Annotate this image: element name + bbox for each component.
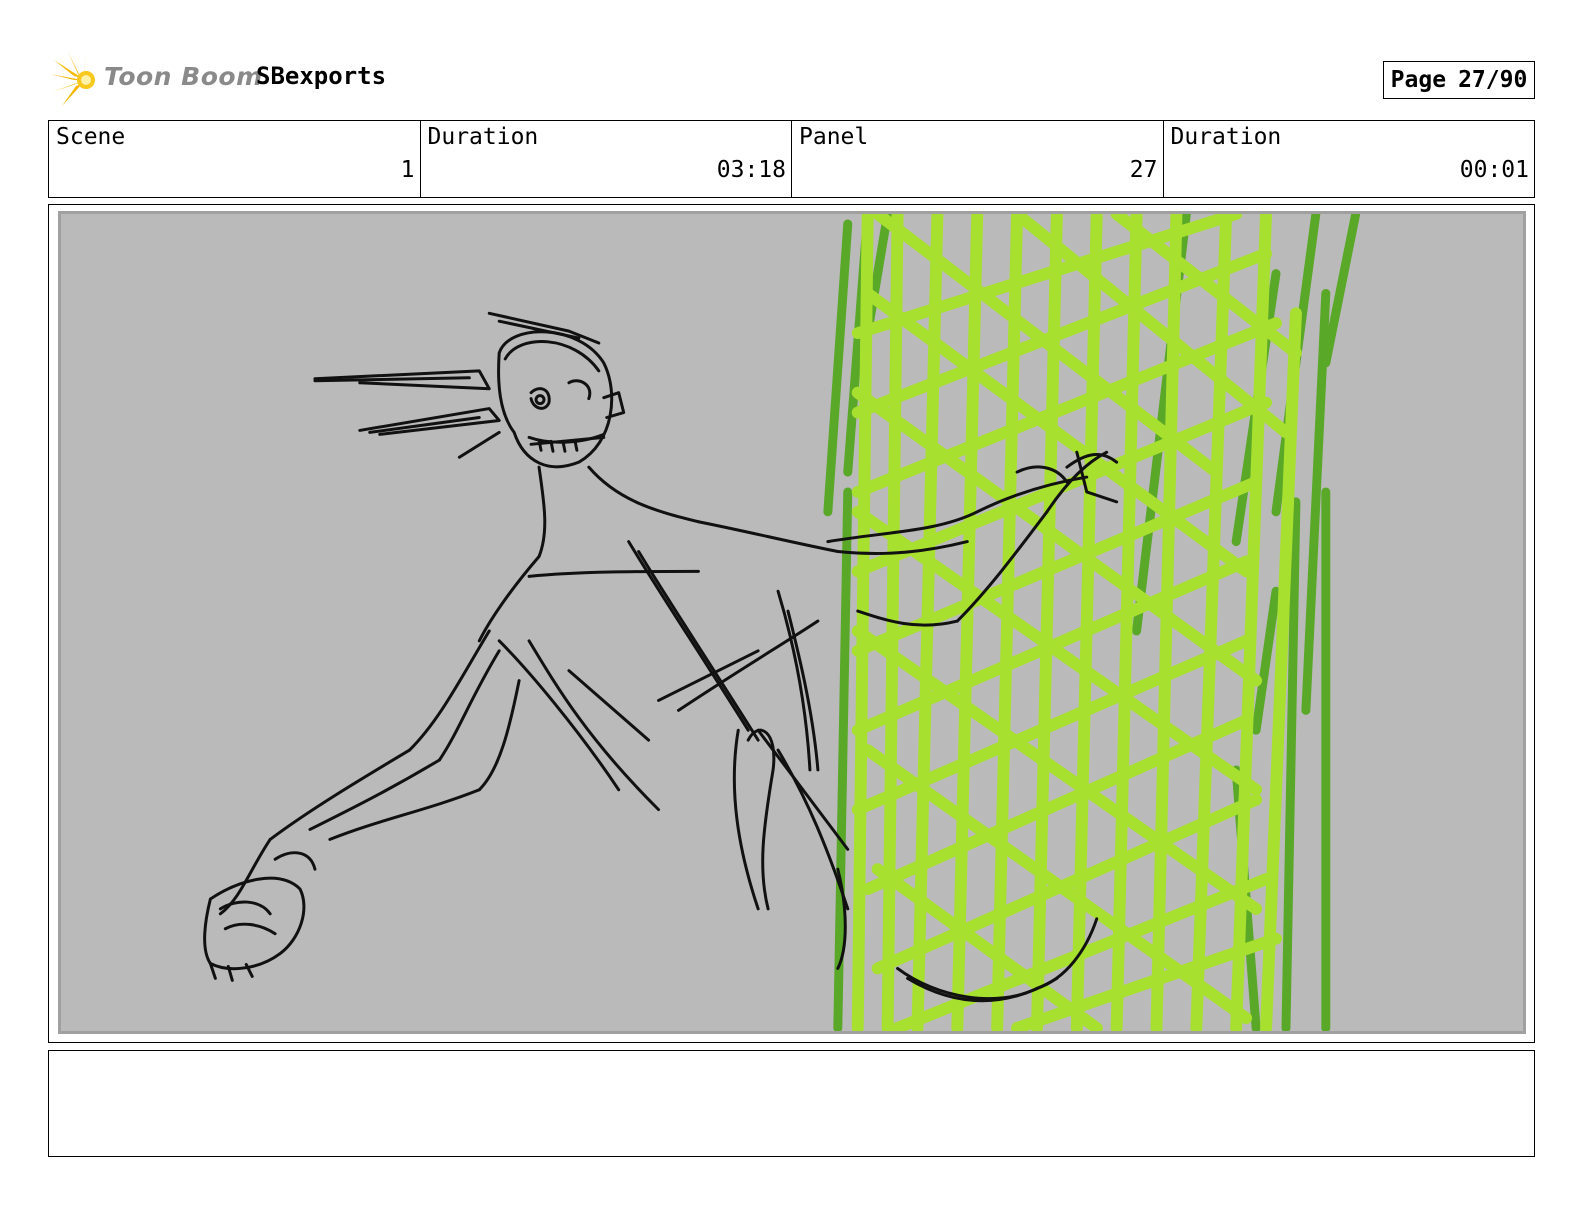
page-value: 27/90 [1458,67,1528,93]
page-indicator: Page 27/90 [1383,61,1535,99]
storyboard-panel-image [58,211,1526,1034]
character-sketch [203,311,1119,1003]
page-label: Page [1390,67,1447,93]
scene-duration-value: 03:18 [716,157,786,183]
scene-duration-label: Duration [427,124,539,150]
starburst-icon [50,52,95,106]
panel-info-row: Scene 1 Duration 03:18 Panel 27 Duration… [48,120,1535,198]
panel-label: Panel [799,124,869,150]
foliage-light-strokes [851,214,1302,1031]
project-name: SBexports [256,62,387,90]
panel-duration-label: Duration [1170,124,1282,150]
panel-value: 27 [1129,157,1158,183]
scene-duration-cell: Duration 03:18 [421,121,792,197]
sketch-drawing [203,214,1361,1031]
scene-label: Scene [56,124,126,150]
scene-cell: Scene 1 [49,121,421,197]
panel-duration-value: 00:01 [1459,157,1529,183]
panel-notes-box [48,1050,1535,1157]
scene-value: 1 [400,157,415,183]
panel-duration-cell: Duration 00:01 [1164,121,1535,197]
logo-text: Toon Boom [104,62,263,91]
panel-cell: Panel 27 [792,121,1164,197]
